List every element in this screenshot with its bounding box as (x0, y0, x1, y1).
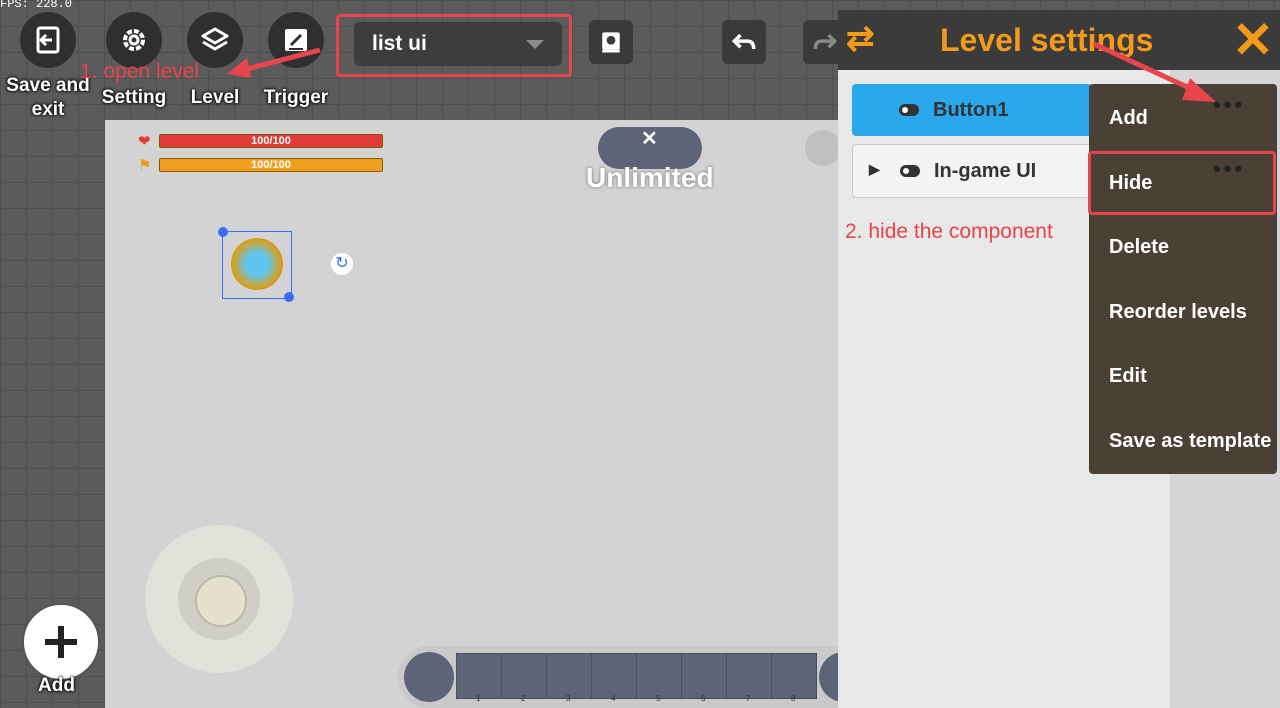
joystick-base[interactable] (145, 525, 293, 673)
menu-item-add[interactable]: Add (1109, 107, 1148, 130)
close-icon: ✕ (641, 128, 658, 150)
selection-box[interactable] (222, 231, 292, 299)
level-select-value: list ui (372, 32, 427, 55)
hotbar-slot[interactable] (456, 653, 502, 699)
joystick-knob[interactable] (195, 575, 247, 627)
chevron-down-icon (526, 40, 544, 49)
add-button[interactable] (22, 603, 100, 681)
slot-number: 3 (566, 694, 571, 703)
timer-clock-icon[interactable] (805, 130, 841, 166)
hotbar-slot[interactable] (501, 653, 547, 699)
level-label: Level (190, 87, 240, 108)
visibility-toggle-icon[interactable] (900, 165, 920, 177)
slot-number: 6 (701, 694, 706, 703)
undo-icon (731, 33, 756, 50)
book-icon (602, 32, 620, 53)
heart-icon: ❤ (138, 133, 151, 150)
timer-label: Unlimited (586, 162, 714, 193)
layer-row-button1[interactable]: Button1 (852, 84, 1092, 136)
add-label: Add (38, 675, 75, 696)
undo-button[interactable] (722, 20, 766, 64)
arrow-annotation-icon (227, 47, 321, 78)
library-button[interactable] (589, 20, 633, 64)
slot-number: 5 (656, 694, 661, 703)
layer-label: Button1 (933, 99, 1009, 121)
layer-row-ingame-ui[interactable]: ▶ In-game UI (852, 144, 1094, 198)
health-bar: 100/100 (159, 134, 383, 148)
hotbar-slot[interactable] (546, 653, 592, 699)
close-icon[interactable]: ✕ (1232, 10, 1274, 70)
hotbar-slot[interactable] (591, 653, 637, 699)
slot-number: 7 (746, 694, 751, 703)
resize-handle[interactable] (284, 292, 294, 302)
expand-triangle-icon[interactable]: ▶ (869, 161, 880, 178)
context-menu: Add ••• Hide ••• Delete Reorder levels E… (1089, 84, 1277, 474)
menu-item-save-template[interactable]: Save as template (1109, 430, 1271, 453)
layer-label: In-game UI (934, 160, 1037, 182)
fps-counter: FPS: 228.0 (0, 0, 73, 11)
slot-number: 8 (791, 694, 796, 703)
hotbar-slot[interactable] (636, 653, 682, 699)
hotbar-slot[interactable] (681, 653, 727, 699)
hotbar-slot[interactable] (771, 653, 817, 699)
menu-item-reorder-levels[interactable]: Reorder levels (1109, 301, 1247, 324)
trigger-label: Trigger (263, 87, 329, 108)
backpack-icon[interactable] (404, 652, 454, 702)
redo-icon (813, 33, 838, 50)
swap-icon[interactable]: ⇄ (846, 18, 875, 60)
plus-icon (45, 626, 77, 658)
energy-bar: 100/100 (159, 158, 383, 172)
level-select[interactable]: list ui (354, 22, 562, 66)
hide-highlight (1088, 151, 1276, 215)
menu-item-edit[interactable]: Edit (1109, 365, 1147, 388)
setting-label: Setting (101, 87, 167, 108)
visibility-toggle-icon[interactable] (899, 104, 919, 116)
rotate-icon[interactable]: ↻ (331, 253, 353, 275)
annotation-step2: 2. hide the component (845, 220, 1053, 243)
slot-number: 1 (476, 694, 481, 703)
flag-icon: ⚑ (138, 157, 152, 174)
save-exit-button[interactable] (20, 12, 76, 68)
annotation-step1: 1. open level (80, 60, 200, 83)
gear-icon (123, 29, 145, 51)
hotbar-slot[interactable] (726, 653, 772, 699)
exit-icon (36, 26, 60, 54)
gift-icon (231, 238, 283, 290)
slot-number: 2 (521, 694, 526, 703)
slot-number: 4 (611, 694, 616, 703)
menu-item-delete[interactable]: Delete (1109, 236, 1169, 259)
arrow-annotation-icon (1092, 41, 1216, 102)
resize-handle[interactable] (218, 227, 228, 237)
